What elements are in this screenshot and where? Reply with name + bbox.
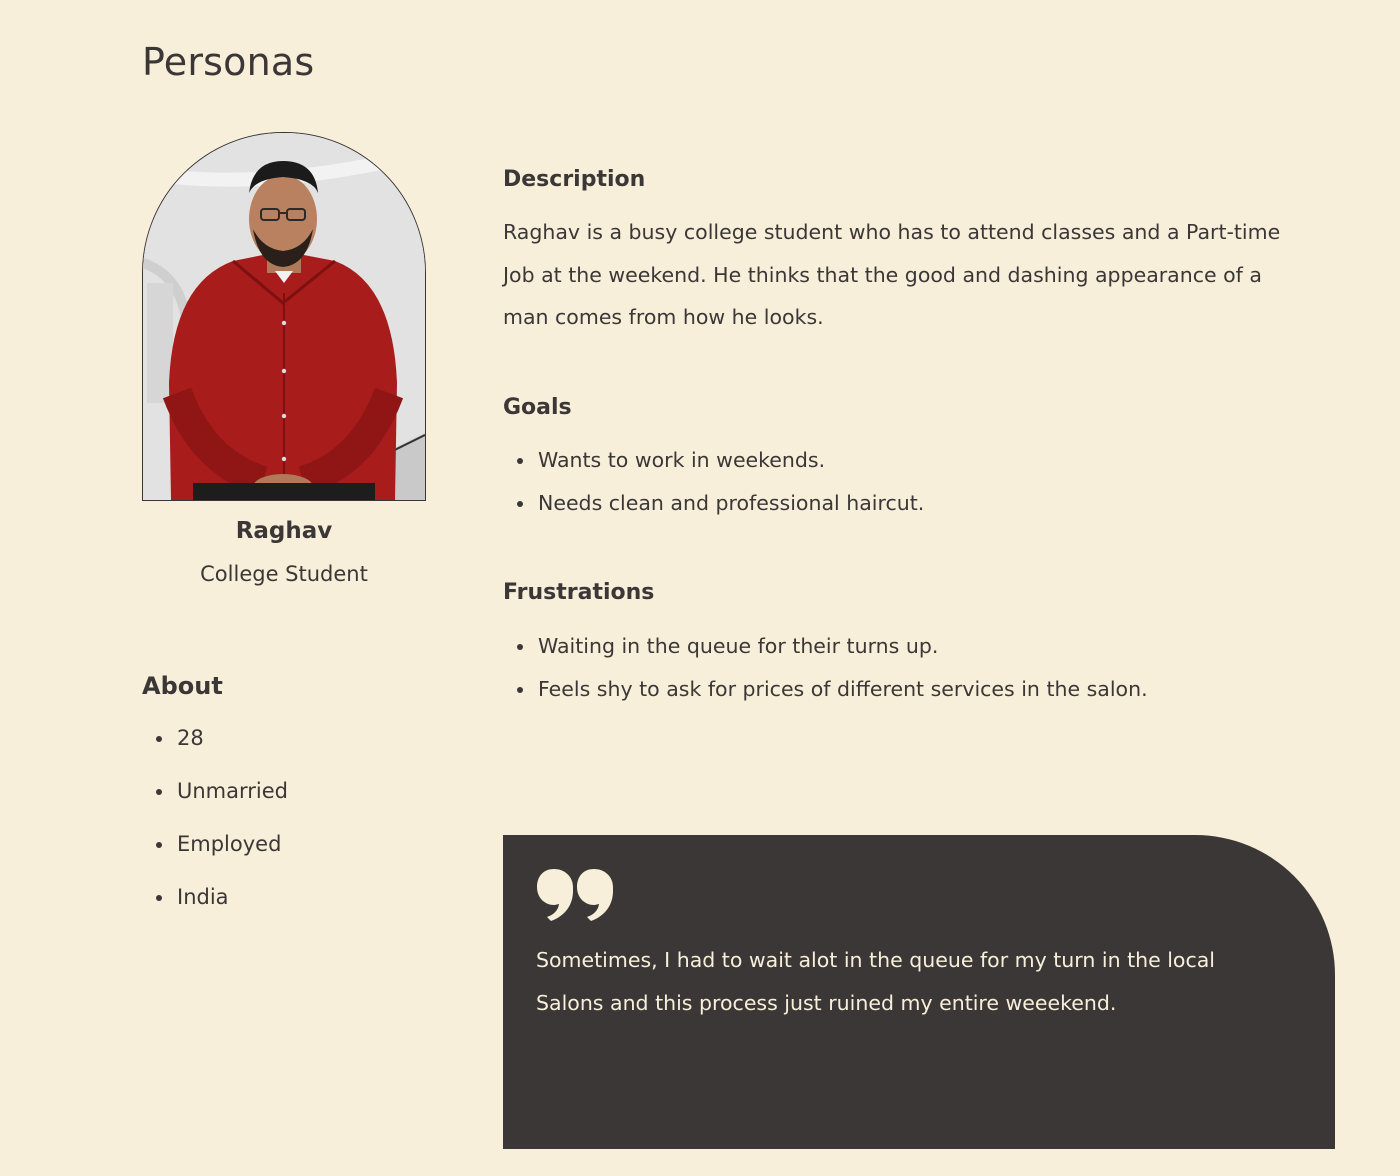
about-item: India xyxy=(142,881,288,934)
bullet-icon xyxy=(517,644,523,650)
persona-name: Raghav xyxy=(235,518,333,544)
persona-role: College Student xyxy=(200,562,368,586)
frustrations-list: Waiting in the queue for their turns up.… xyxy=(503,630,1148,715)
about-item: 28 xyxy=(142,722,288,775)
goals-list: Wants to work in weekends. Needs clean a… xyxy=(503,444,924,529)
about-item: Employed xyxy=(142,828,288,881)
bullet-icon xyxy=(156,789,162,795)
page-title: Personas xyxy=(142,40,315,84)
bullet-icon xyxy=(517,500,523,507)
description-text: Raghav is a busy college student who has… xyxy=(503,220,1281,329)
goal-item: Wants to work in weekends. xyxy=(503,444,924,487)
frustration-item-text: Waiting in the queue for their turns up. xyxy=(538,634,939,658)
frustration-item-text: Feels shy to ask for prices of different… xyxy=(538,676,1148,701)
about-list: 28 Unmarried Employed India xyxy=(142,722,288,934)
about-item-text: Unmarried xyxy=(177,779,288,803)
frustration-item: Waiting in the queue for their turns up. xyxy=(503,630,1148,673)
bullet-icon xyxy=(517,686,523,693)
persona-photo xyxy=(142,132,426,501)
portrait-photo-icon xyxy=(143,133,425,500)
about-heading: About xyxy=(142,672,223,700)
bullet-icon xyxy=(517,458,523,464)
bullet-icon xyxy=(156,842,162,848)
frustrations-heading: Frustrations xyxy=(503,580,655,605)
quote-icon xyxy=(537,869,613,921)
quote-card: Sometimes, I had to wait alot in the que… xyxy=(503,835,1335,1149)
goal-item-text: Needs clean and professional haircut. xyxy=(538,490,925,515)
goal-item: Needs clean and professional haircut. xyxy=(503,487,924,530)
goal-item-text: Wants to work in weekends. xyxy=(538,448,826,472)
about-item: Unmarried xyxy=(142,775,288,828)
about-item-text: 28 xyxy=(177,726,204,750)
frustration-item: Feels shy to ask for prices of different… xyxy=(503,673,1148,716)
about-item-text: India xyxy=(177,885,229,909)
quote-text: Sometimes, I had to wait alot in the que… xyxy=(536,948,1216,1015)
description-heading: Description xyxy=(503,167,646,192)
goals-heading: Goals xyxy=(503,395,572,420)
about-item-text: Employed xyxy=(177,832,282,856)
bullet-icon xyxy=(156,736,162,742)
bullet-icon xyxy=(156,895,162,901)
